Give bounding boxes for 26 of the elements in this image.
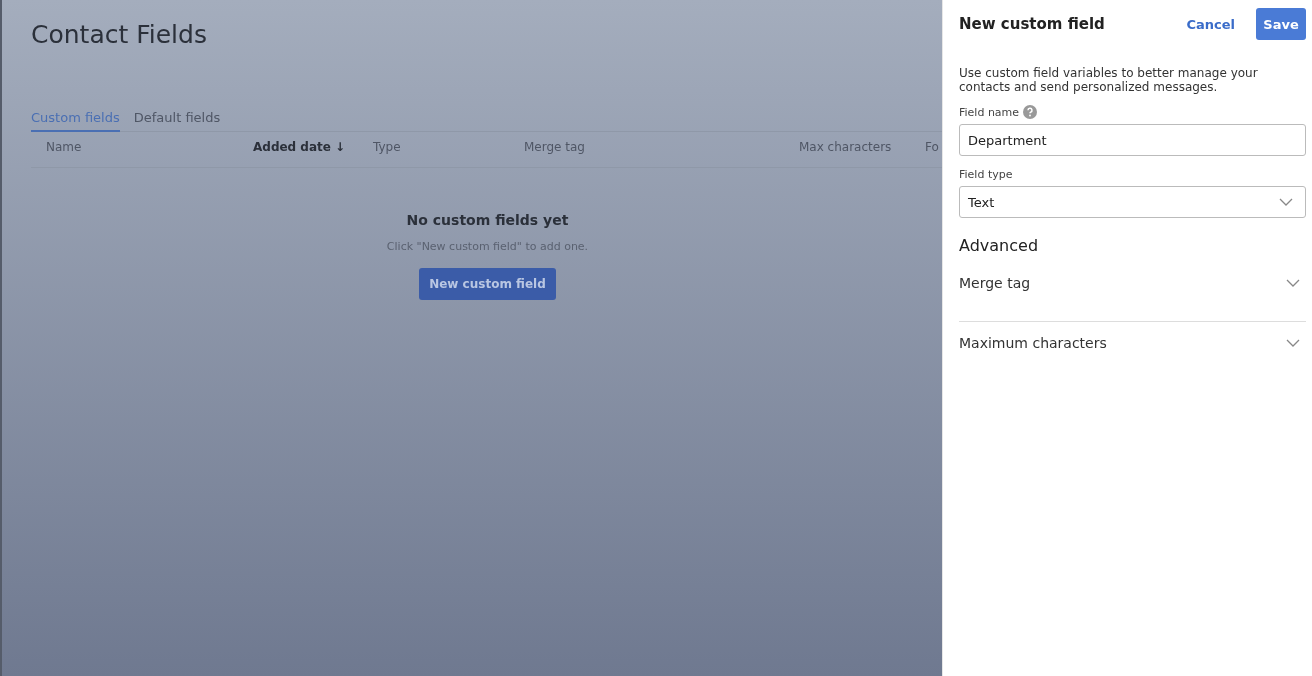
section-heading: Advanced xyxy=(959,236,1040,255)
page-title: Contact Fields xyxy=(31,19,208,51)
cancel-button[interactable]: Cancel xyxy=(1186,16,1235,32)
description-text: Use custom field variables to better manage your contacts and send personalized messages. xyxy=(959,66,1259,94)
field-type-select[interactable]: Text xyxy=(959,186,1306,218)
chevron-down-icon xyxy=(1286,279,1300,287)
column-header[interactable]: Max characters xyxy=(799,140,925,167)
column-header[interactable]: Fo xyxy=(925,140,942,167)
chevron-down-icon xyxy=(1286,339,1300,347)
column-header[interactable]: Merge tag xyxy=(524,140,799,167)
accordion-item[interactable]: Maximum characters xyxy=(959,335,1306,351)
field-label: Field name xyxy=(959,105,1020,119)
field-name-input[interactable]: Department xyxy=(959,124,1306,156)
accordion-item[interactable]: Merge tag xyxy=(959,275,1306,322)
tab[interactable]: Custom fields xyxy=(31,110,120,132)
empty-state-title: No custom fields yet xyxy=(406,212,569,228)
chevron-down-icon xyxy=(1279,198,1293,206)
save-button[interactable]: Save xyxy=(1256,8,1306,40)
field-label: Field type xyxy=(959,167,1013,181)
column-header[interactable]: Added date ↓ xyxy=(253,140,373,167)
column-header[interactable]: Type xyxy=(373,140,524,167)
column-header[interactable]: Name xyxy=(46,140,253,167)
panel-title: New custom field xyxy=(959,15,1106,33)
new-custom-field-button[interactable]: New custom field xyxy=(419,268,556,300)
help-icon[interactable] xyxy=(1023,105,1038,119)
tab[interactable]: Default fields xyxy=(133,110,221,132)
